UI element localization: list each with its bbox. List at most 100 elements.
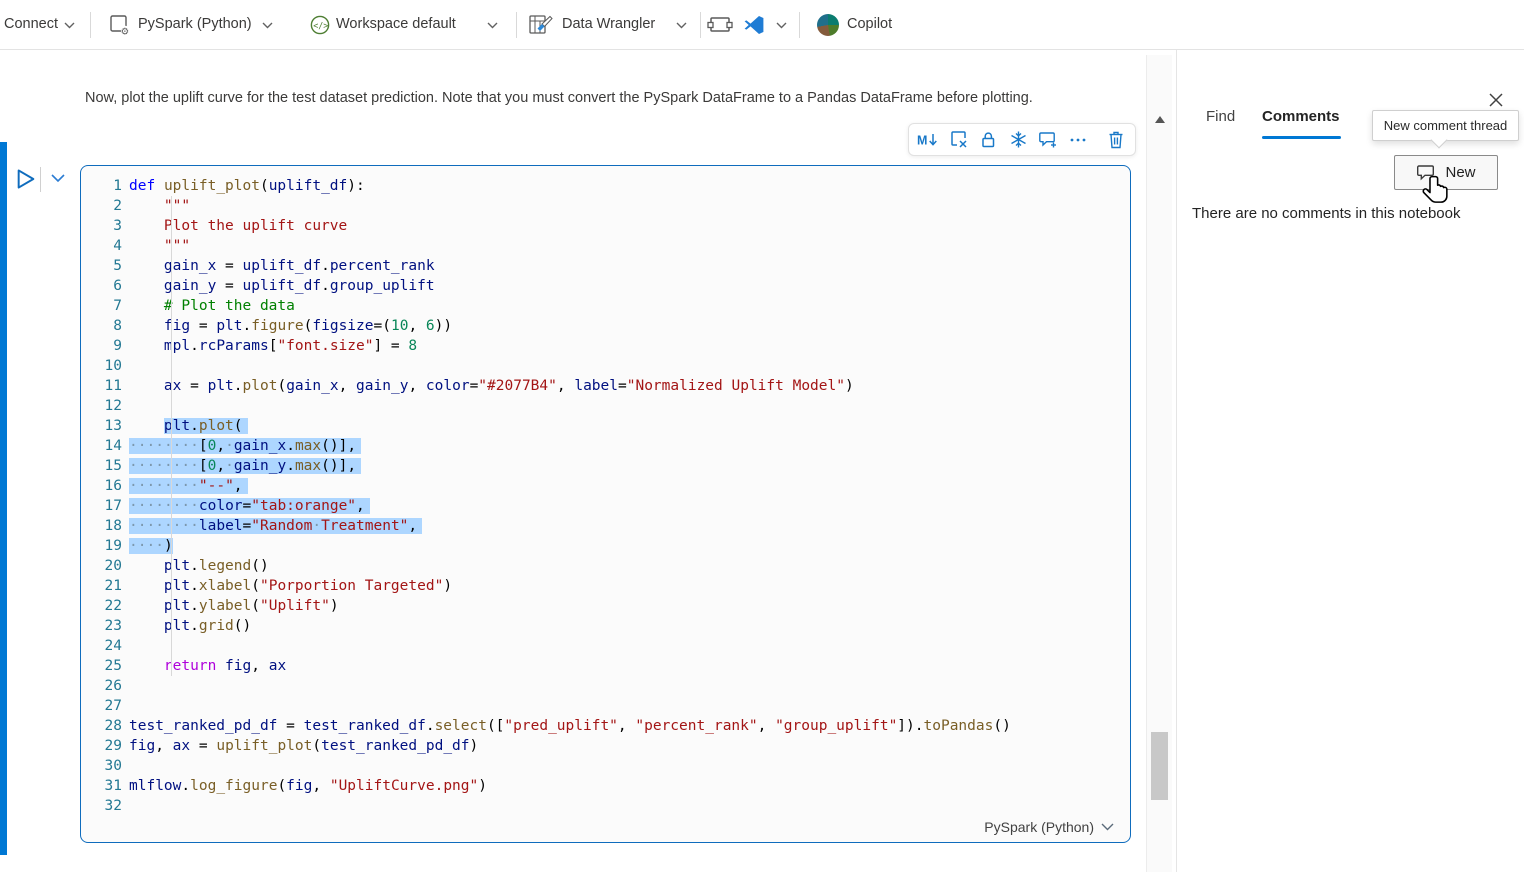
data-wrangler-menu[interactable]: Data Wrangler xyxy=(562,16,655,32)
code-line-text xyxy=(122,636,129,656)
line-number: 29 xyxy=(81,736,122,756)
code-line-text: gain_y = uplift_df.group_uplift xyxy=(122,276,435,296)
connect-menu[interactable]: Connect xyxy=(4,16,58,32)
code-line-text: return fig, ax xyxy=(122,656,286,676)
notebook-scrollbar[interactable] xyxy=(1146,55,1172,872)
scrollbar-thumb[interactable] xyxy=(1151,732,1168,800)
freeze-cell-icon[interactable] xyxy=(1007,130,1029,149)
code-line[interactable]: 28test_ranked_pd_df = test_ranked_df.sel… xyxy=(81,716,1130,736)
chevron-down-icon[interactable] xyxy=(487,22,498,29)
chevron-down-icon[interactable] xyxy=(64,22,75,29)
code-line[interactable]: 17········color="tab:orange", xyxy=(81,496,1130,516)
code-line[interactable]: 1def uplift_plot(uplift_df): xyxy=(81,176,1130,196)
copilot-menu[interactable]: Copilot xyxy=(847,16,892,32)
code-line[interactable]: 29fig, ax = uplift_plot(test_ranked_pd_d… xyxy=(81,736,1130,756)
code-line[interactable]: 8 fig = plt.figure(figsize=(10, 6)) xyxy=(81,316,1130,336)
frame-icon[interactable] xyxy=(707,16,733,34)
toolbar-separator xyxy=(700,12,701,38)
code-line-text: ········color="tab:orange", xyxy=(122,496,370,516)
line-number: 21 xyxy=(81,576,122,596)
kernel-selector[interactable]: PySpark (Python) xyxy=(138,16,252,32)
line-number: 11 xyxy=(81,376,122,396)
code-line[interactable]: 19····) xyxy=(81,536,1130,556)
chevron-down-icon[interactable] xyxy=(262,22,273,29)
code-line[interactable]: 13 plt.plot( xyxy=(81,416,1130,436)
svg-text:</>: </> xyxy=(313,20,328,30)
code-line[interactable]: 32 xyxy=(81,796,1130,816)
workspace-selector[interactable]: Workspace default xyxy=(336,16,456,32)
code-line[interactable]: 4 """ xyxy=(81,236,1130,256)
code-editor[interactable]: 1def uplift_plot(uplift_df):2 """3 Plot … xyxy=(81,166,1130,816)
lock-cell-icon[interactable] xyxy=(977,130,999,149)
code-line[interactable]: 25 return fig, ax xyxy=(81,656,1130,676)
tab-find[interactable]: Find xyxy=(1206,108,1235,125)
code-line[interactable]: 16········"--", xyxy=(81,476,1130,496)
code-line[interactable]: 31mlflow.log_figure(fig, "UpliftCurve.pn… xyxy=(81,776,1130,796)
code-line-text: ax = plt.plot(gain_x, gain_y, color="#20… xyxy=(122,376,854,396)
code-line-text: ········"--", xyxy=(122,476,248,496)
code-line[interactable]: 26 xyxy=(81,676,1130,696)
svg-text:⚙: ⚙ xyxy=(121,26,130,37)
toolbar-separator xyxy=(90,12,91,38)
cell-language-selector[interactable]: PySpark (Python) xyxy=(984,819,1114,835)
new-comment-tooltip: New comment thread xyxy=(1372,110,1519,141)
kernel-icon: ⚙ xyxy=(108,13,132,37)
vscode-icon[interactable] xyxy=(743,14,765,36)
add-cell-comment-icon[interactable] xyxy=(1037,130,1059,149)
line-number: 31 xyxy=(81,776,122,796)
code-line[interactable]: 9 mpl.rcParams["font.size"] = 8 xyxy=(81,336,1130,356)
code-line-text: def uplift_plot(uplift_df): xyxy=(122,176,365,196)
code-line-text: mlflow.log_figure(fig, "UpliftCurve.png"… xyxy=(122,776,487,796)
code-line[interactable]: 2 """ xyxy=(81,196,1130,216)
code-line[interactable]: 18········label="Random·Treatment", xyxy=(81,516,1130,536)
code-line[interactable]: 27 xyxy=(81,696,1130,716)
code-line[interactable]: 6 gain_y = uplift_df.group_uplift xyxy=(81,276,1130,296)
code-line-text: plt.grid() xyxy=(122,616,251,636)
code-line-text: """ xyxy=(122,236,190,256)
code-line[interactable]: 22 plt.ylabel("Uplift") xyxy=(81,596,1130,616)
code-line[interactable]: 11 ax = plt.plot(gain_x, gain_y, color="… xyxy=(81,376,1130,396)
panel-divider xyxy=(1176,50,1177,872)
chevron-down-icon xyxy=(1101,823,1114,831)
code-line-text: plt.plot( xyxy=(122,416,248,436)
line-number: 32 xyxy=(81,796,122,816)
line-number: 22 xyxy=(81,596,122,616)
code-line[interactable]: 30 xyxy=(81,756,1130,776)
chevron-down-icon[interactable] xyxy=(776,22,787,29)
markdown-cell-text: Now, plot the uplift curve for the test … xyxy=(85,90,1033,106)
code-line[interactable]: 14········[0,·gain_x.max()], xyxy=(81,436,1130,456)
line-number: 13 xyxy=(81,416,122,436)
code-line-text: Plot the uplift curve xyxy=(122,216,347,236)
line-number: 18 xyxy=(81,516,122,536)
line-number: 20 xyxy=(81,556,122,576)
code-line[interactable]: 15········[0,·gain_y.max()], xyxy=(81,456,1130,476)
code-line[interactable]: 7 # Plot the data xyxy=(81,296,1130,316)
code-line-text: gain_x = uplift_df.percent_rank xyxy=(122,256,435,276)
code-line[interactable]: 24 xyxy=(81,636,1130,656)
line-number: 27 xyxy=(81,696,122,716)
tab-comments[interactable]: Comments xyxy=(1262,108,1340,125)
run-cell-button[interactable] xyxy=(15,168,37,190)
line-number: 4 xyxy=(81,236,122,256)
delete-cell-icon[interactable] xyxy=(1105,130,1127,149)
code-line[interactable]: 10 xyxy=(81,356,1130,376)
line-number: 8 xyxy=(81,316,122,336)
clear-outputs-icon[interactable] xyxy=(947,130,969,149)
code-line[interactable]: 20 plt.legend() xyxy=(81,556,1130,576)
code-line[interactable]: 23 plt.grid() xyxy=(81,616,1130,636)
toolbar-separator xyxy=(516,12,517,38)
scroll-up-arrow-icon[interactable] xyxy=(1155,116,1165,123)
code-line[interactable]: 3 Plot the uplift curve xyxy=(81,216,1130,236)
code-line-text: # Plot the data xyxy=(122,296,295,316)
chevron-down-icon[interactable] xyxy=(676,22,687,29)
toolbar-separator xyxy=(799,12,800,38)
convert-to-markdown-icon[interactable]: M xyxy=(917,130,939,149)
code-line[interactable]: 12 xyxy=(81,396,1130,416)
code-line[interactable]: 21 plt.xlabel("Porportion Targeted") xyxy=(81,576,1130,596)
more-commands-icon[interactable] xyxy=(1067,130,1089,149)
collapse-cell-chevron-icon[interactable] xyxy=(50,173,66,183)
code-cell[interactable]: 1def uplift_plot(uplift_df):2 """3 Plot … xyxy=(80,165,1131,843)
code-line-text xyxy=(122,356,129,376)
close-panel-icon[interactable] xyxy=(1486,90,1506,110)
code-line[interactable]: 5 gain_x = uplift_df.percent_rank xyxy=(81,256,1130,276)
